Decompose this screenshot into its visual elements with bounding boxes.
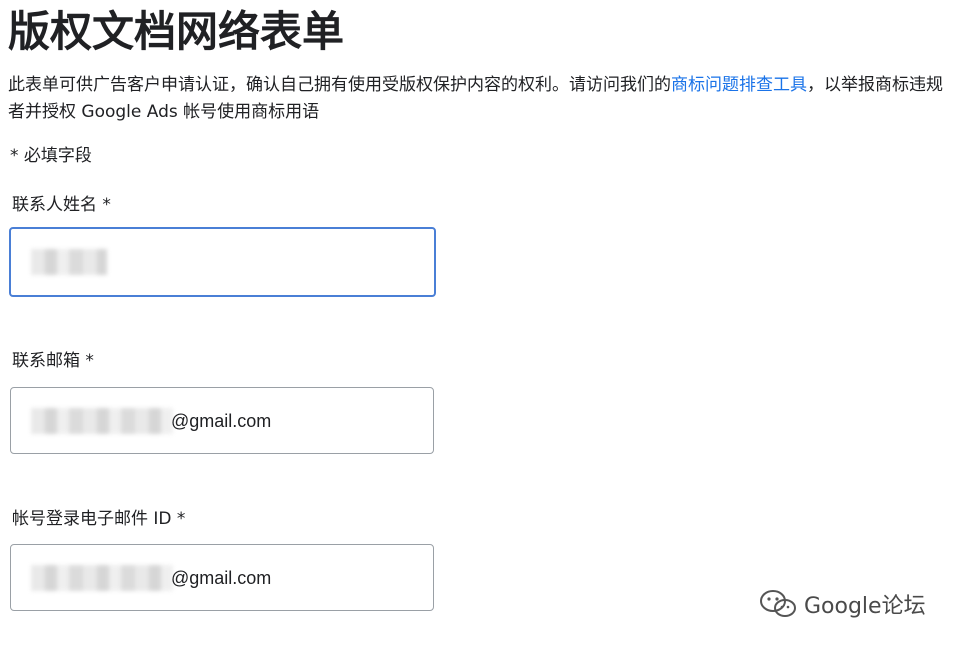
intro-text: 此表单可供广告客户申请认证，确认自己拥有使用受版权保护内容的权利。请访问我们的商… — [8, 72, 956, 126]
contact-email-domain: @gmail.com — [171, 410, 272, 431]
contact-email-field[interactable]: @gmail.com — [10, 387, 434, 454]
redacted-value — [31, 407, 173, 434]
redacted-value — [31, 249, 107, 275]
page-title: 版权文档网络表单 — [8, 7, 345, 56]
login-email-label: 帐号登录电子邮件 ID * — [12, 509, 186, 529]
login-email-field[interactable]: @gmail.com — [10, 544, 434, 611]
trademark-troubleshooter-link[interactable]: 商标问题排查工具 — [671, 75, 807, 95]
watermark-text: Google论坛 — [804, 594, 926, 619]
contact-name-label: 联系人姓名 * — [12, 195, 111, 215]
contact-name-field[interactable] — [9, 227, 436, 297]
wechat-icon — [758, 588, 798, 620]
contact-email-label: 联系邮箱 * — [12, 351, 94, 371]
login-email-domain: @gmail.com — [171, 567, 272, 588]
intro-text-before-link: 此表单可供广告客户申请认证，确认自己拥有使用受版权保护内容的权利。请访问我们的 — [8, 75, 671, 95]
required-fields-note: * 必填字段 — [10, 146, 92, 166]
redacted-value — [31, 564, 173, 591]
watermark: Google论坛 — [758, 588, 926, 620]
